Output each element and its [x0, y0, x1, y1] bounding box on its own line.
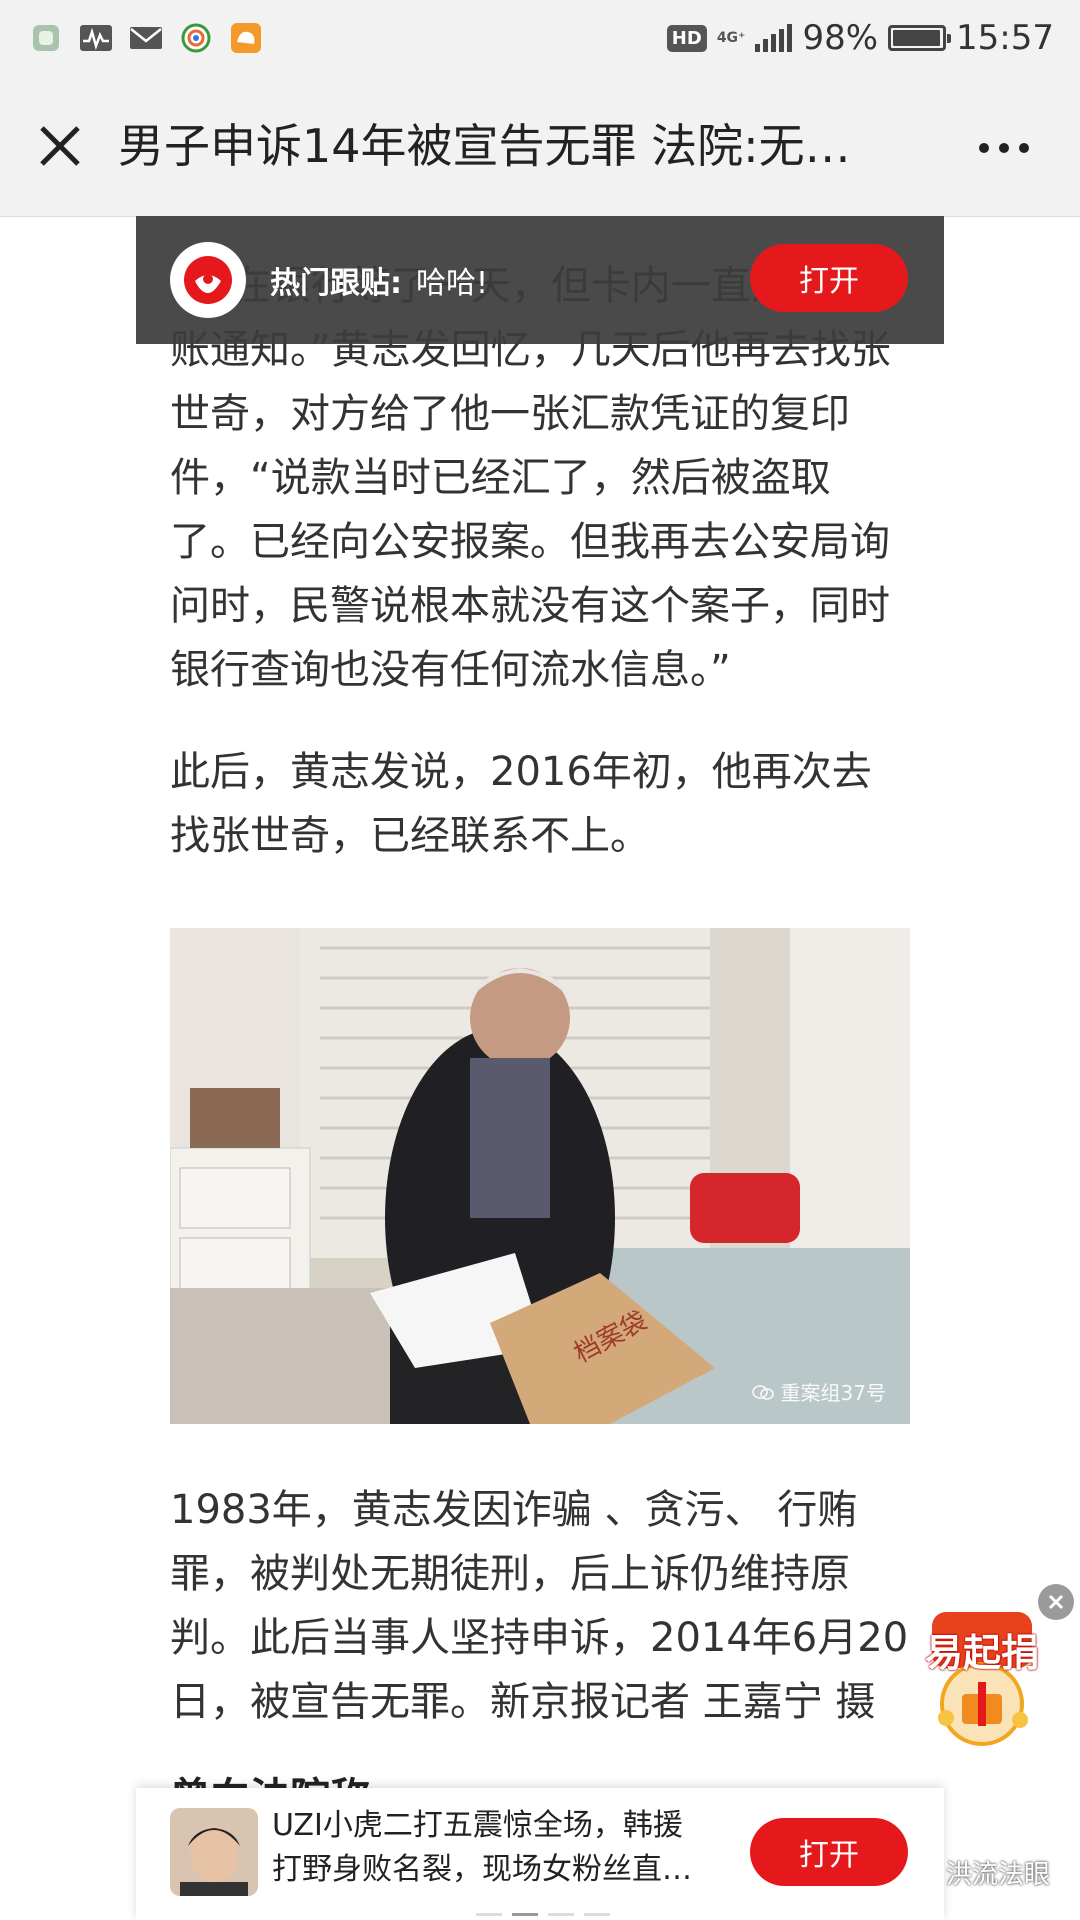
- more-button[interactable]: [964, 120, 1044, 176]
- page-title: 男子申诉14年被宣告无罪 法院:无…: [118, 119, 851, 173]
- mail-icon: [128, 22, 164, 54]
- battery-percent: 98%: [802, 18, 879, 58]
- activity-icon: [78, 22, 114, 54]
- wechat-icon: [752, 1385, 774, 1400]
- signal-icon: [755, 24, 793, 52]
- hot-open-button[interactable]: 打开: [750, 244, 908, 312]
- article-paragraph-2: 此后，黄志发说，2016年初，他再次去找张世奇，已经联系不上。: [170, 749, 872, 859]
- ad-text: UZI小虎二打五震惊全场，韩援 打野身败名裂，现场女粉丝直…: [272, 1804, 712, 1892]
- ad-line-1: UZI小虎二打五震惊全场，韩援: [272, 1808, 683, 1843]
- ad-line-2: 打野身败名裂，现场女粉丝直…: [272, 1852, 692, 1887]
- netease-logo-icon: [170, 242, 246, 318]
- status-bar: HD 4G⁺ 98% 15:57: [0, 0, 1080, 76]
- ad-avatar: [170, 1808, 258, 1896]
- close-button[interactable]: [28, 114, 92, 178]
- uc-browser-icon: [228, 22, 264, 54]
- ad-open-button[interactable]: 打开: [750, 1818, 908, 1886]
- article-paragraph-3: 1983年，黄志发因诈骗 、贪污、 行贿罪，被判处无期徒刑，后上诉仍维持原判。此…: [170, 1487, 909, 1725]
- hot-comments-banner[interactable]: 热门跟贴: 哈哈! 打开: [136, 216, 944, 344]
- hot-comments-text: 哈哈!: [416, 266, 489, 301]
- bottom-ad-banner[interactable]: UZI小虎二打五震惊全场，韩援 打野身败名裂，现场女粉丝直… 打开: [136, 1788, 944, 1920]
- app-icon: [28, 22, 64, 54]
- close-icon: [40, 126, 80, 166]
- clock: 15:57: [956, 18, 1054, 58]
- network-type: 4G⁺: [716, 30, 746, 46]
- more-icon: [979, 143, 989, 153]
- wechat-account-watermark: 洪流法眼: [910, 1854, 1050, 1891]
- donate-label: 易起捐: [924, 1631, 1039, 1675]
- close-icon: [1048, 1594, 1064, 1610]
- hd-badge: HD: [666, 24, 707, 52]
- photo-elderly-man-reading-documents: 档案袋: [170, 928, 910, 1424]
- battery-icon: [888, 25, 952, 51]
- browser-icon: [178, 22, 214, 54]
- ad-page-indicator: [476, 1913, 610, 1916]
- title-bar: 男子申诉14年被宣告无罪 法院:无…: [0, 76, 1080, 217]
- wechat-icon: [910, 1862, 939, 1883]
- article-photo[interactable]: 档案袋 重案组37号: [170, 928, 910, 1424]
- hot-comments-label: 热门跟贴:: [270, 266, 402, 301]
- person-photo-icon: [170, 1808, 258, 1896]
- photo-watermark: 重案组37号: [752, 1377, 886, 1406]
- donate-badge[interactable]: 易起捐: [920, 1608, 1044, 1748]
